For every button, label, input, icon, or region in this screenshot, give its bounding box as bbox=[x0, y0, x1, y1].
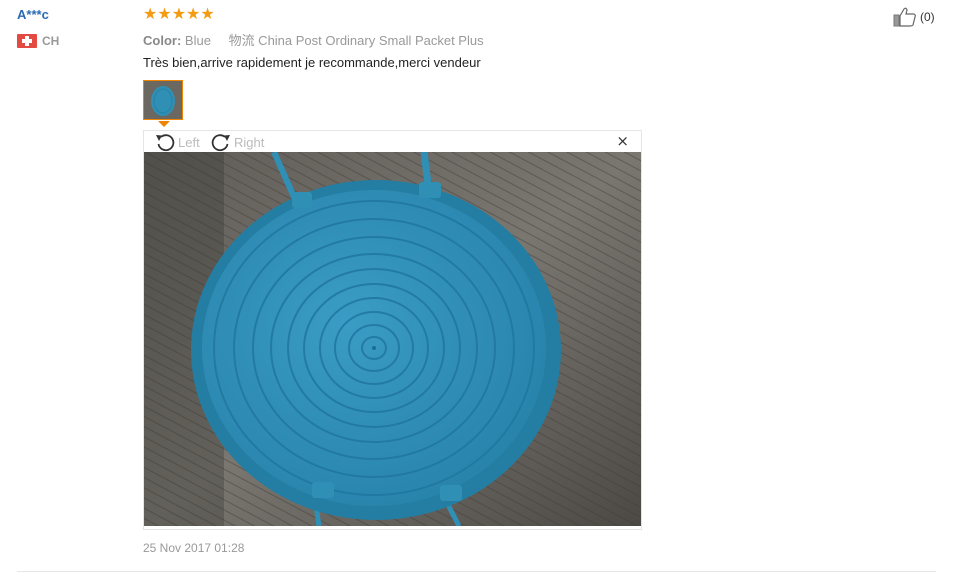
star-rating: ★ ★ ★ ★ ★ bbox=[143, 6, 215, 22]
rotate-right-icon bbox=[211, 134, 230, 152]
review-divider bbox=[17, 571, 936, 572]
review-text: Très bien,arrive rapidement je recommand… bbox=[143, 55, 481, 70]
color-label: Color: bbox=[143, 33, 182, 48]
star-icon: ★ bbox=[186, 4, 201, 23]
review-date: 25 Nov 2017 01:28 bbox=[143, 541, 245, 555]
review-photo-image bbox=[144, 152, 641, 526]
thumbnail-active-caret bbox=[158, 121, 170, 127]
rotate-right-label: Right bbox=[234, 134, 265, 150]
like-button[interactable]: (0) bbox=[893, 7, 935, 27]
reviewer-name[interactable]: A***c bbox=[17, 7, 49, 22]
rotate-left-label: Left bbox=[178, 134, 200, 150]
photo-viewer: Left Right × bbox=[143, 130, 642, 530]
close-icon[interactable]: × bbox=[616, 134, 629, 149]
color-value: Blue bbox=[184, 33, 211, 48]
switzerland-flag-icon bbox=[17, 34, 37, 48]
review-photo bbox=[144, 152, 641, 526]
shipping-method: 物流 China Post Ordinary Small Packet Plus bbox=[228, 33, 484, 48]
viewer-toolbar: Left Right × bbox=[144, 131, 641, 152]
rotate-left-button[interactable]: Left bbox=[154, 132, 200, 152]
thumbnail-image bbox=[144, 81, 182, 119]
order-info: Color: Blue 物流 China Post Ordinary Small… bbox=[143, 30, 484, 49]
like-count: (0) bbox=[920, 10, 935, 24]
reviewer-country: CH bbox=[17, 34, 59, 48]
rotate-left-icon bbox=[156, 134, 175, 152]
thumbs-up-icon bbox=[893, 7, 916, 27]
star-icon: ★ bbox=[200, 4, 215, 23]
star-icon: ★ bbox=[143, 4, 158, 23]
star-icon: ★ bbox=[157, 4, 172, 23]
country-code: CH bbox=[42, 34, 60, 48]
rotate-right-button[interactable]: Right bbox=[210, 132, 264, 152]
review-photo-thumbnail[interactable] bbox=[143, 80, 183, 120]
star-icon: ★ bbox=[171, 4, 187, 23]
